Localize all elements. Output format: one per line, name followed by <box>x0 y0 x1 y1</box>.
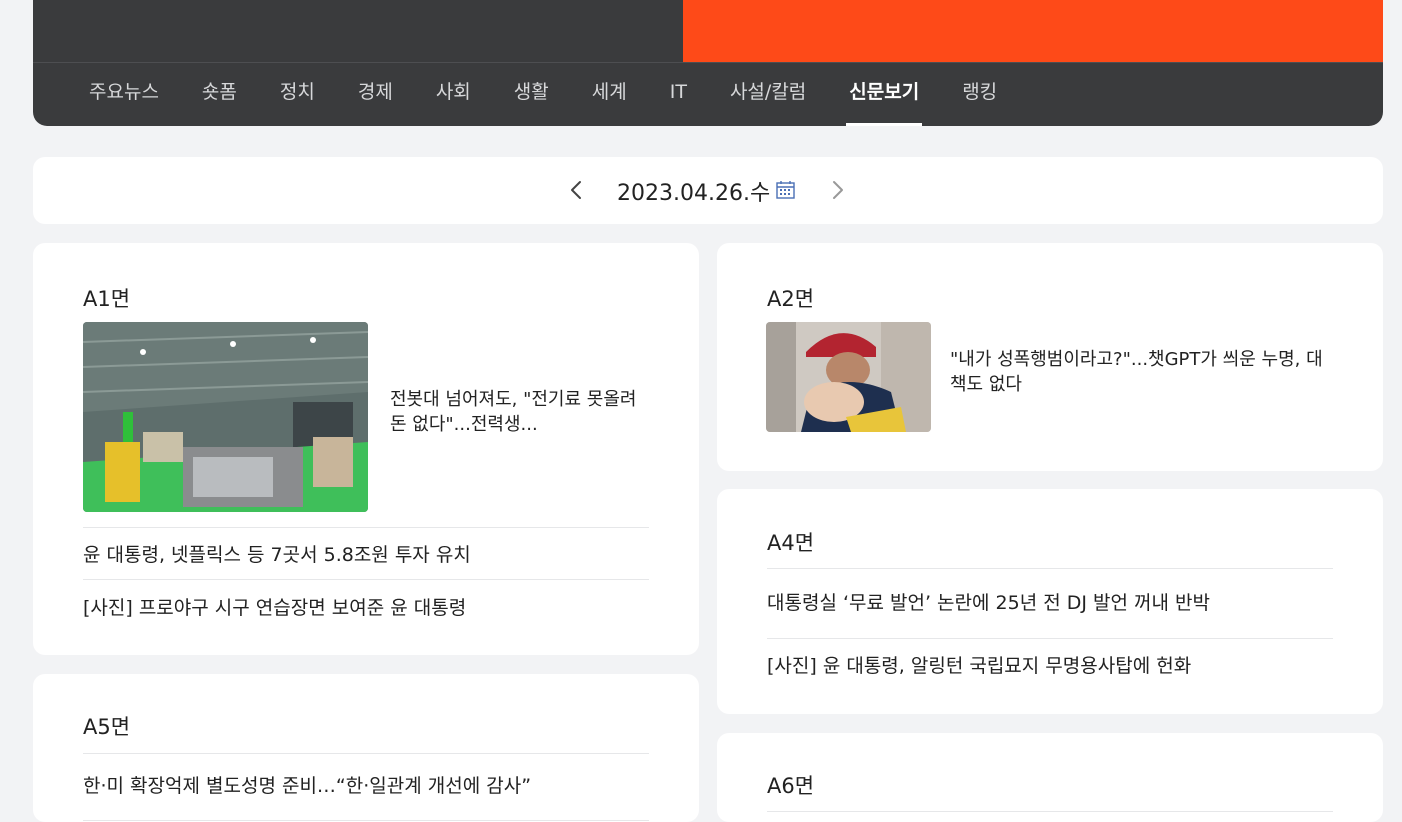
nav-item-society[interactable]: 사회 <box>436 63 471 126</box>
divider <box>767 568 1333 569</box>
nav-item-it[interactable]: IT <box>670 63 687 126</box>
chevron-left-icon <box>571 181 581 199</box>
page-card-a2: A2면 "내가 성폭행범이라고?"...챗GPT가 씌운 누명, 대책도 없다 <box>717 243 1383 471</box>
page-title: A6면 <box>767 774 815 798</box>
nav-item-ranking[interactable]: 랭킹 <box>962 63 997 126</box>
next-date-button[interactable] <box>825 177 849 203</box>
nav-item-politics[interactable]: 정치 <box>280 63 315 126</box>
article-link[interactable]: 한·미 확장억제 별도성명 준비…“한·일관계 개선에 감사” <box>83 771 531 798</box>
prev-date-button[interactable] <box>565 177 589 203</box>
current-date: 2023.04.26.수 <box>617 181 771 206</box>
lead-article-title[interactable]: "내가 성폭행범이라고?"...챗GPT가 씌운 누명, 대책도 없다 <box>950 347 1325 397</box>
nav-item-opinion[interactable]: 사설/칼럼 <box>730 63 806 126</box>
nav-item-world[interactable]: 세계 <box>592 63 627 126</box>
nav-item-newspaper[interactable]: 신문보기 <box>846 63 923 126</box>
nav-item-economy[interactable]: 경제 <box>358 63 393 126</box>
date-selector: 2023.04.26.수 <box>33 157 1383 224</box>
article-link[interactable]: [사진] 프로야구 시구 연습장면 보여준 윤 대통령 <box>83 593 466 620</box>
chevron-right-icon <box>833 181 843 199</box>
article-link[interactable]: [사진] 윤 대통령, 알링턴 국립묘지 무명용사탑에 헌화 <box>767 651 1191 678</box>
article-link[interactable]: 대통령실 ‘무료 발언’ 논란에 25년 전 DJ 발언 꺼내 반박 <box>767 588 1210 615</box>
divider <box>83 527 649 528</box>
nav-item-main-news[interactable]: 주요뉴스 <box>89 63 159 126</box>
article-thumbnail[interactable] <box>83 322 368 512</box>
divider <box>83 753 649 754</box>
divider <box>83 820 649 821</box>
divider <box>767 811 1333 812</box>
divider <box>767 638 1333 639</box>
page-title: A4면 <box>767 531 815 555</box>
article-link[interactable]: 윤 대통령, 넷플릭스 등 7곳서 5.8조원 투자 유치 <box>83 540 471 567</box>
page-card-a1: A1면 전봇대 넘어져도, "전기료 못올려 돈 없다"...전력생... 윤 … <box>33 243 699 655</box>
divider <box>83 579 649 580</box>
lead-article-title[interactable]: 전봇대 넘어져도, "전기료 못올려 돈 없다"...전력생... <box>390 387 640 437</box>
header-banner <box>683 0 1383 62</box>
page-card-a6: A6면 <box>717 733 1383 822</box>
section-nav: 주요뉴스 숏폼 정치 경제 사회 생활 세계 IT 사설/칼럼 신문보기 랭킹 <box>89 63 1040 126</box>
page-title: A1면 <box>83 287 131 311</box>
page-title: A5면 <box>83 715 131 739</box>
nav-item-shortform[interactable]: 숏폼 <box>202 63 237 126</box>
nav-item-life[interactable]: 생활 <box>514 63 549 126</box>
article-thumbnail[interactable] <box>766 322 931 432</box>
header-bar: 주요뉴스 숏폼 정치 경제 사회 생활 세계 IT 사설/칼럼 신문보기 랭킹 <box>33 0 1383 126</box>
calendar-icon[interactable] <box>775 179 797 201</box>
page-card-a5: A5면 한·미 확장억제 별도성명 준비…“한·일관계 개선에 감사” <box>33 674 699 822</box>
page-card-a4: A4면 대통령실 ‘무료 발언’ 논란에 25년 전 DJ 발언 꺼내 반박 [… <box>717 489 1383 714</box>
page-title: A2면 <box>767 287 815 311</box>
